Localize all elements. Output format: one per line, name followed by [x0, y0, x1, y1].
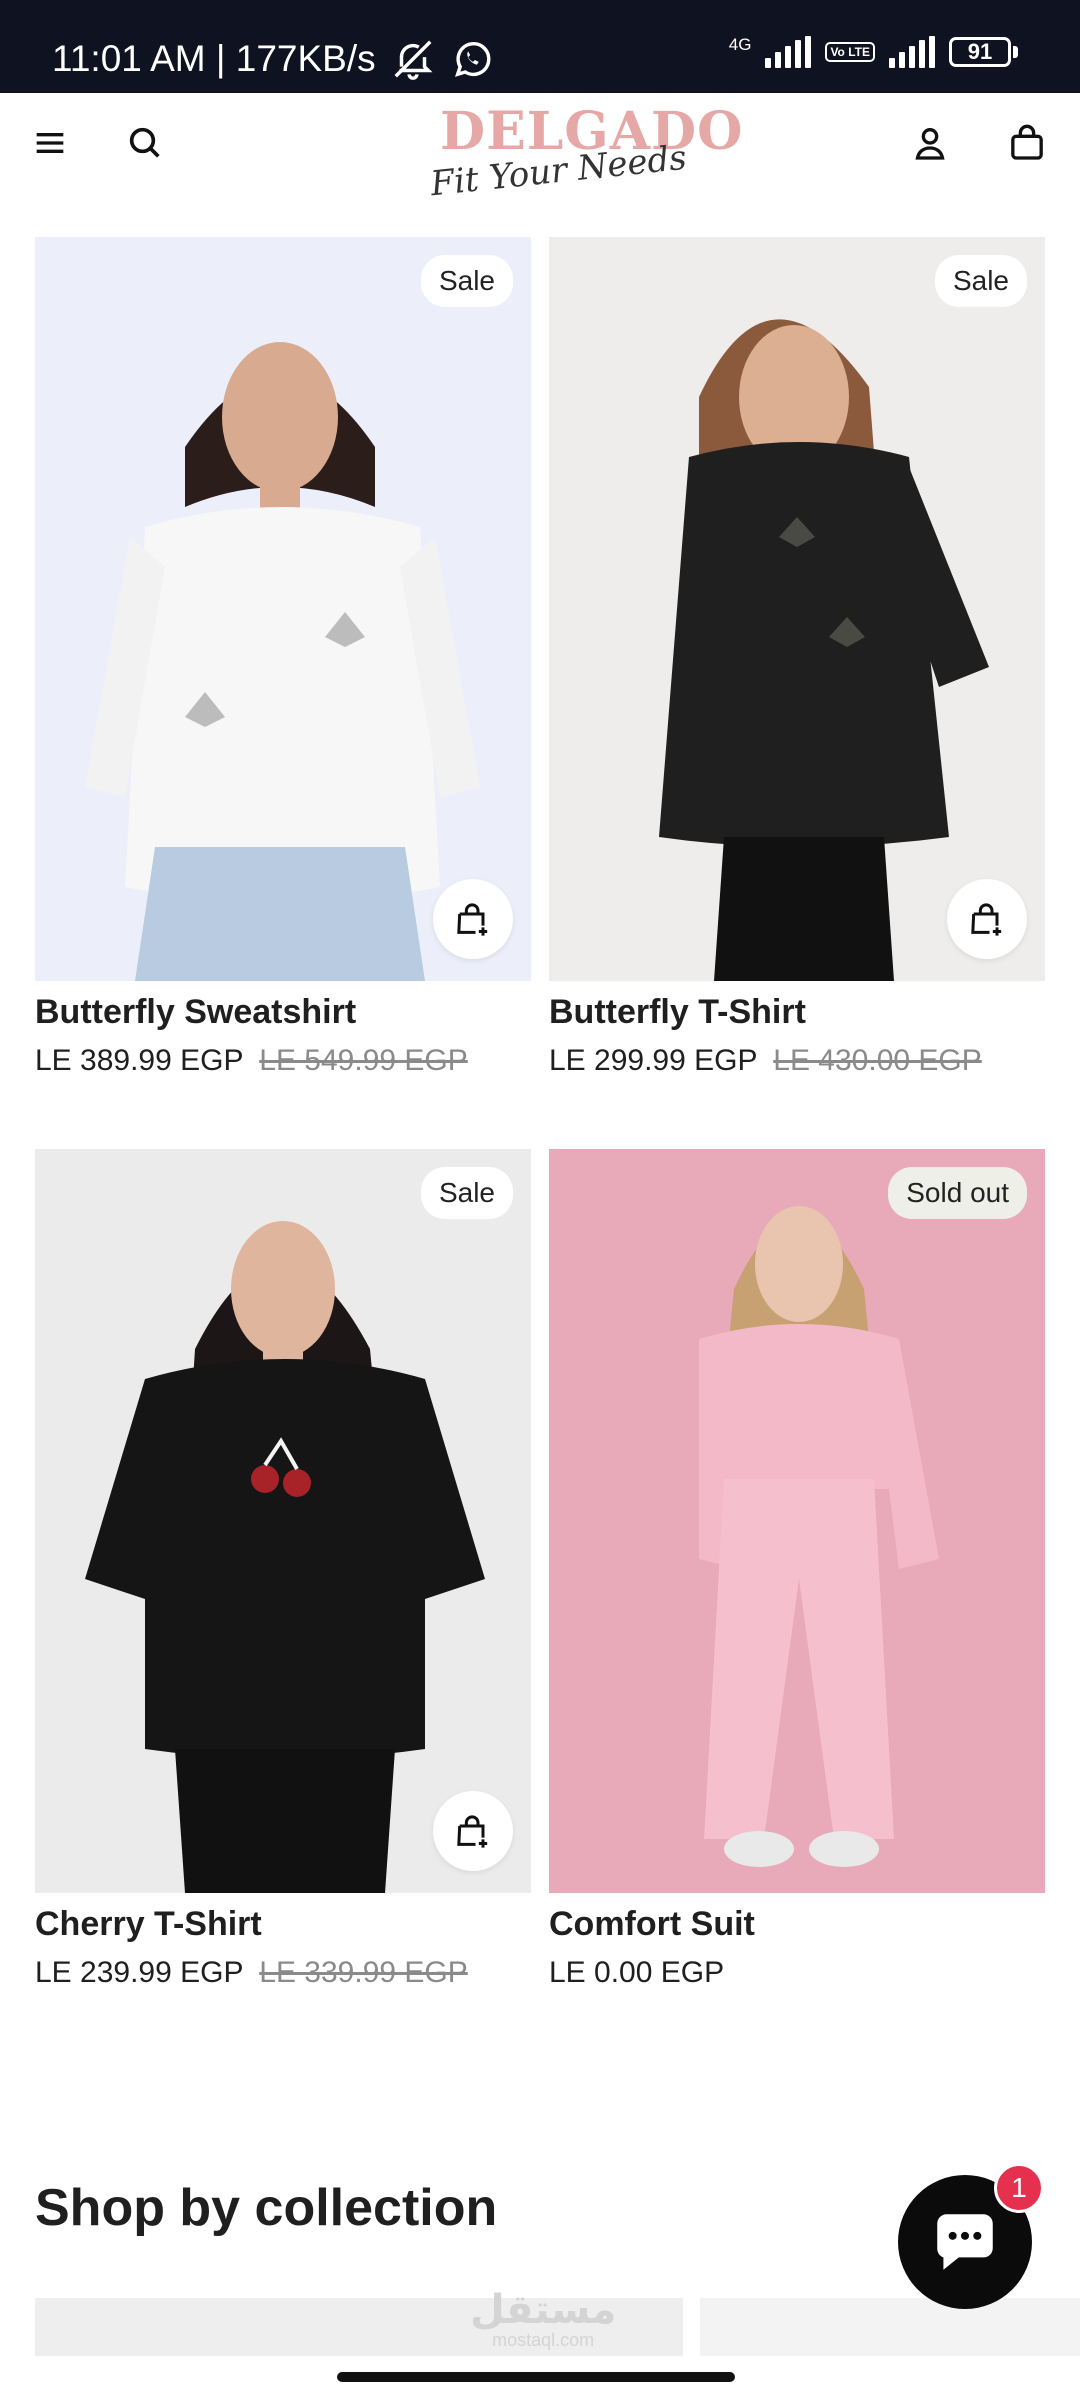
section-title-collections: Shop by collection	[35, 2179, 498, 2237]
bag-icon	[1011, 124, 1043, 160]
watermark: مستقل mostaql.com	[470, 2290, 616, 2350]
watermark-site: mostaql.com	[492, 2330, 595, 2350]
product-price-row: LE 239.99 EGP LE 339.99 EGP	[35, 1956, 531, 1990]
status-left: 11:01 AM | 177KB/s	[52, 36, 496, 82]
status-right: 4G Vo LTE 91	[729, 36, 1018, 68]
product-card[interactable]: Sale Butterfly Sweatshirt LE 389.99 EGP …	[35, 237, 531, 1078]
product-image[interactable]: Sale	[35, 237, 531, 981]
sale-badge: Sale	[934, 255, 1027, 307]
signal-icon	[765, 36, 812, 68]
product-title[interactable]: Butterfly T-Shirt	[549, 993, 1045, 1032]
menu-button[interactable]	[22, 115, 78, 171]
product-card[interactable]: Sold out Comfort Suit LE 0.00 EGP	[549, 1149, 1045, 1990]
compare-price: LE 430.00 EGP	[773, 1044, 982, 1077]
sale-price: LE 299.99 EGP	[549, 1044, 757, 1077]
battery-icon: 91	[949, 37, 1018, 67]
product-photo	[549, 237, 1045, 981]
sale-badge: Sale	[420, 1167, 513, 1219]
chat-icon	[937, 2214, 993, 2270]
search-icon	[129, 127, 160, 158]
product-image[interactable]: Sold out	[549, 1149, 1045, 1893]
product-title[interactable]: Butterfly Sweatshirt	[35, 993, 531, 1032]
product-card[interactable]: Sale Butterfly T-Shirt LE 299.99 EGP LE …	[549, 237, 1045, 1078]
product-price-row: LE 389.99 EGP LE 549.99 EGP	[35, 1044, 531, 1078]
network-type: 4G	[728, 34, 752, 54]
compare-price: LE 549.99 EGP	[259, 1044, 468, 1077]
whatsapp-icon	[454, 41, 491, 77]
quick-add-button[interactable]	[433, 879, 513, 959]
product-price-row: LE 299.99 EGP LE 430.00 EGP	[549, 1044, 1045, 1078]
home-indicator[interactable]	[337, 2372, 735, 2382]
quick-add-button[interactable]	[947, 879, 1027, 959]
bag-plus-icon	[457, 1815, 488, 1848]
account-icon	[915, 128, 945, 160]
watermark-arabic: مستقل	[470, 2288, 617, 2332]
product-image[interactable]: Sale	[549, 237, 1045, 981]
brand-logo[interactable]: DELGADO Fit Your Needs	[429, 101, 743, 204]
sold-out-badge: Sold out	[888, 1167, 1027, 1219]
regular-price: LE 0.00 EGP	[549, 1956, 725, 1989]
quick-add-button[interactable]	[433, 1791, 513, 1871]
product-card[interactable]: Sale Cherry T-Shirt LE 239.99 EGP LE 339…	[35, 1149, 531, 1990]
menu-icon	[36, 133, 64, 153]
account-button[interactable]	[902, 115, 958, 171]
product-photo	[35, 237, 531, 981]
status-bar: 11:01 AM | 177KB/s 4G Vo LTE 91	[0, 0, 1080, 93]
cart-button[interactable]	[999, 115, 1055, 171]
product-title[interactable]: Cherry T-Shirt	[35, 1905, 531, 1944]
volte-icon: Vo LTE	[825, 42, 875, 62]
sale-price: LE 239.99 EGP	[35, 1956, 243, 1989]
status-time-speed: 11:01 AM | 177KB/s	[52, 38, 376, 79]
sale-price: LE 389.99 EGP	[35, 1044, 243, 1077]
mute-icon	[394, 40, 433, 80]
signal-icon-2	[889, 36, 935, 68]
product-photo	[549, 1149, 1045, 1893]
collection-card[interactable]	[700, 2298, 1080, 2356]
bag-plus-icon	[971, 903, 1002, 936]
battery-level: 91	[949, 37, 1011, 67]
product-title[interactable]: Comfort Suit	[549, 1905, 1045, 1944]
chat-unread-badge: 1	[994, 2163, 1044, 2213]
product-price-row: LE 0.00 EGP	[549, 1956, 1045, 1990]
site-header: DELGADO Fit Your Needs	[0, 93, 1080, 204]
product-image[interactable]: Sale	[35, 1149, 531, 1893]
product-photo	[35, 1149, 531, 1893]
sale-badge: Sale	[420, 255, 513, 307]
search-button[interactable]	[117, 115, 173, 171]
compare-price: LE 339.99 EGP	[259, 1956, 468, 1989]
bag-plus-icon	[457, 903, 488, 936]
